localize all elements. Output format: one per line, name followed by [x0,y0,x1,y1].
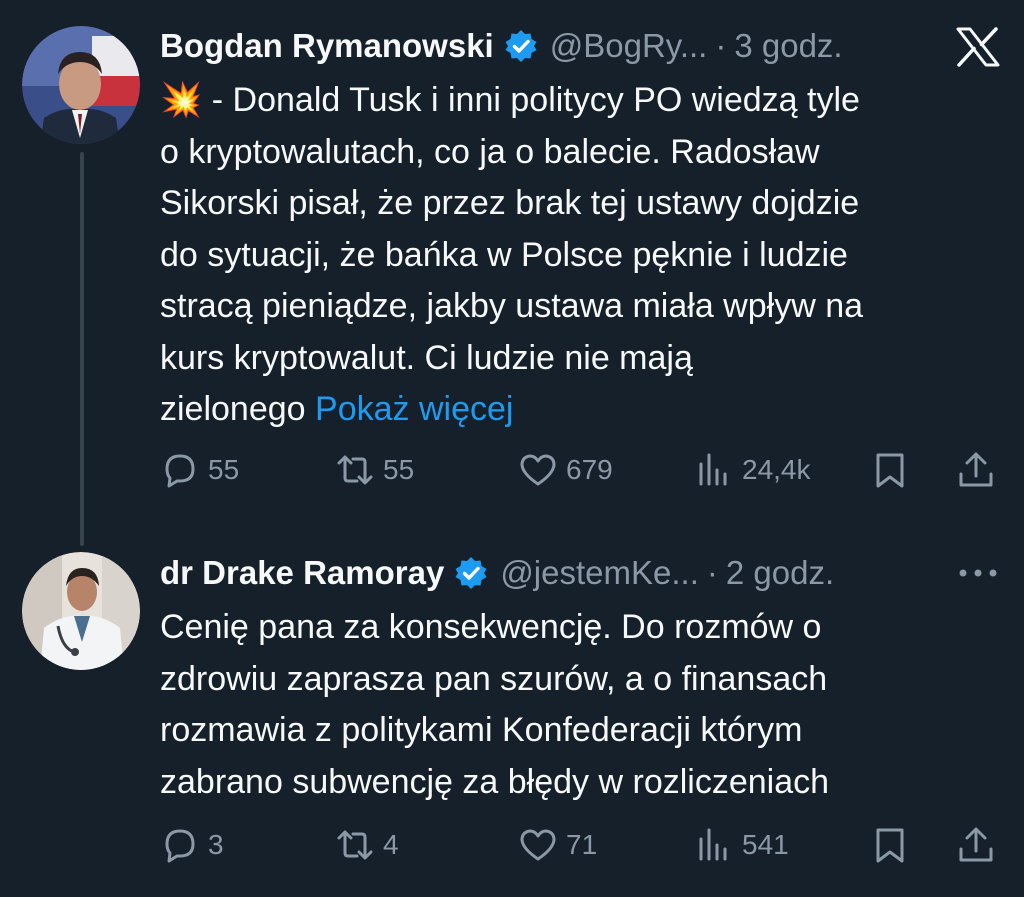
verified-badge-icon [455,557,487,589]
meta-separator: · [706,554,718,591]
views-count: 541 [742,829,789,860]
author-handle[interactable]: @jestemKe... [500,554,699,592]
avatar[interactable] [22,552,140,670]
reply-icon [165,829,195,863]
author-name[interactable]: dr Drake Ramoray [160,554,444,592]
tweet-2[interactable]: dr Drake Ramoray @jestemKe... · 2 godz. … [0,0,1024,897]
retweet-count: 4 [383,829,399,860]
heart-icon [520,829,556,861]
share-button[interactable] [956,822,1004,868]
views-bar-icon [699,828,727,861]
tweet-header: dr Drake Ramoray @jestemKe... · 2 godz. [160,551,834,595]
avatar-image [22,552,140,670]
tweet-text-line-2: rozmawia z politykami Konfederacji który… [160,711,803,749]
views-button[interactable]: 541 [694,822,789,868]
reply-count: 3 [208,829,224,860]
share-icon [959,827,993,862]
retweet-icon [337,830,373,860]
like-button[interactable]: 71 [518,822,597,868]
tweet-text-line-3: zabrano subwencję za błędy w rozliczenia… [160,762,830,801]
more-dots-icon[interactable] [958,568,998,578]
tweet-text-line-0: Cenię pana za konsekwencję. Do rozmów o [160,608,822,646]
tweet-time[interactable]: 2 godz. [726,554,834,592]
tweet-text-line-1: zdrowiu zaprasza pan szurów, a o finansa… [160,659,828,698]
reply-button[interactable]: 3 [160,822,224,868]
bookmark-button[interactable] [870,822,918,868]
like-count: 71 [566,829,598,860]
retweet-button[interactable]: 4 [335,822,399,868]
bookmark-icon [876,828,904,863]
tweet-text: Cenię pana za konsekwencję. Do rozmów o … [160,602,1000,808]
action-bar: 3 4 71 541 [0,822,1024,868]
